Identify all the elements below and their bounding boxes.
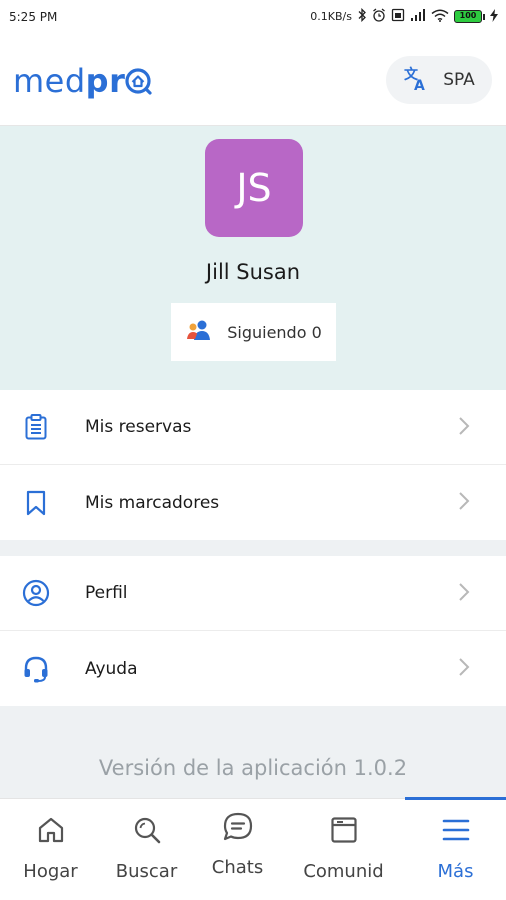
nav-search[interactable]: Buscar <box>96 799 197 900</box>
menu-item-label: Perfil <box>85 583 128 603</box>
logo-text-bold: pr <box>85 62 126 100</box>
app-version: Versión de la aplicación 1.0.2 <box>98 756 408 780</box>
bookmark-icon <box>20 487 52 519</box>
chat-icon <box>222 811 254 847</box>
status-icons: 0.1KB/s 100 <box>310 7 498 25</box>
menu-item-label: Mis reservas <box>85 417 192 437</box>
nav-label: Chats <box>211 857 264 878</box>
chevron-right-icon <box>458 657 470 681</box>
menu-item-profile[interactable]: Perfil <box>0 556 506 631</box>
language-label: SPA <box>443 70 475 90</box>
following-label: Siguiendo 0 <box>227 322 322 342</box>
menu-group-activity: Mis reservas Mis marcadores <box>0 390 506 540</box>
menu-item-label: Ayuda <box>85 658 138 679</box>
status-bar: 5:25 PM 0.1KB/s 100 <box>0 0 506 36</box>
clipboard-icon <box>20 411 52 443</box>
profile-name: Jill Susan <box>205 260 301 284</box>
nav-community[interactable]: Comunid <box>293 799 394 900</box>
status-time: 5:25 PM <box>9 10 58 24</box>
medpro-logo: medpr <box>13 62 153 103</box>
people-icon <box>185 318 213 346</box>
footer-band <box>0 706 506 798</box>
bluetooth-icon <box>357 7 367 25</box>
search-icon <box>132 815 162 849</box>
chevron-right-icon <box>458 582 470 606</box>
nav-label: Comunid <box>303 861 384 882</box>
menu-item-reservations[interactable]: Mis reservas <box>0 390 506 465</box>
community-icon <box>329 815 359 849</box>
language-button[interactable]: 文 A SPA <box>386 56 492 104</box>
house-o-icon <box>125 65 153 103</box>
alarm-icon <box>372 8 386 25</box>
bottom-nav: Hogar Buscar Chats Comunid Más <box>0 797 506 900</box>
translate-icon: 文 A <box>403 65 429 95</box>
nav-label: Más <box>437 861 474 882</box>
svg-text:A: A <box>414 78 425 91</box>
menu-item-label: Mis marcadores <box>85 492 220 513</box>
battery-level: 100 <box>454 10 482 23</box>
user-circle-icon <box>20 577 52 609</box>
nav-label: Buscar <box>115 861 178 882</box>
avatar[interactable]: JS <box>205 139 303 237</box>
network-speed: 0.1KB/s <box>310 10 352 23</box>
logo-text-regular: med <box>13 62 86 100</box>
sim-icon <box>391 8 405 25</box>
chevron-right-icon <box>458 491 470 515</box>
nav-chats[interactable]: Chats <box>187 799 288 900</box>
nav-label: Hogar <box>23 861 78 882</box>
signal-icon <box>410 9 426 24</box>
menu-item-help[interactable]: Ayuda <box>0 631 506 706</box>
section-divider <box>0 540 506 556</box>
menu-icon <box>441 815 471 849</box>
following-button[interactable]: Siguiendo 0 <box>171 303 336 361</box>
menu-item-bookmarks[interactable]: Mis marcadores <box>0 465 506 540</box>
nav-more[interactable]: Más <box>405 799 506 900</box>
charging-icon <box>490 8 498 25</box>
chevron-right-icon <box>458 416 470 440</box>
app-header: medpr 文 A SPA <box>0 36 506 126</box>
menu-group-account: Perfil Ayuda <box>0 556 506 706</box>
wifi-icon <box>431 9 449 25</box>
nav-home[interactable]: Hogar <box>0 799 101 900</box>
profile-section: JS Jill Susan Siguiendo 0 <box>0 126 506 390</box>
home-icon <box>36 815 66 849</box>
battery-icon: 100 <box>454 10 485 23</box>
headset-icon <box>20 653 52 685</box>
